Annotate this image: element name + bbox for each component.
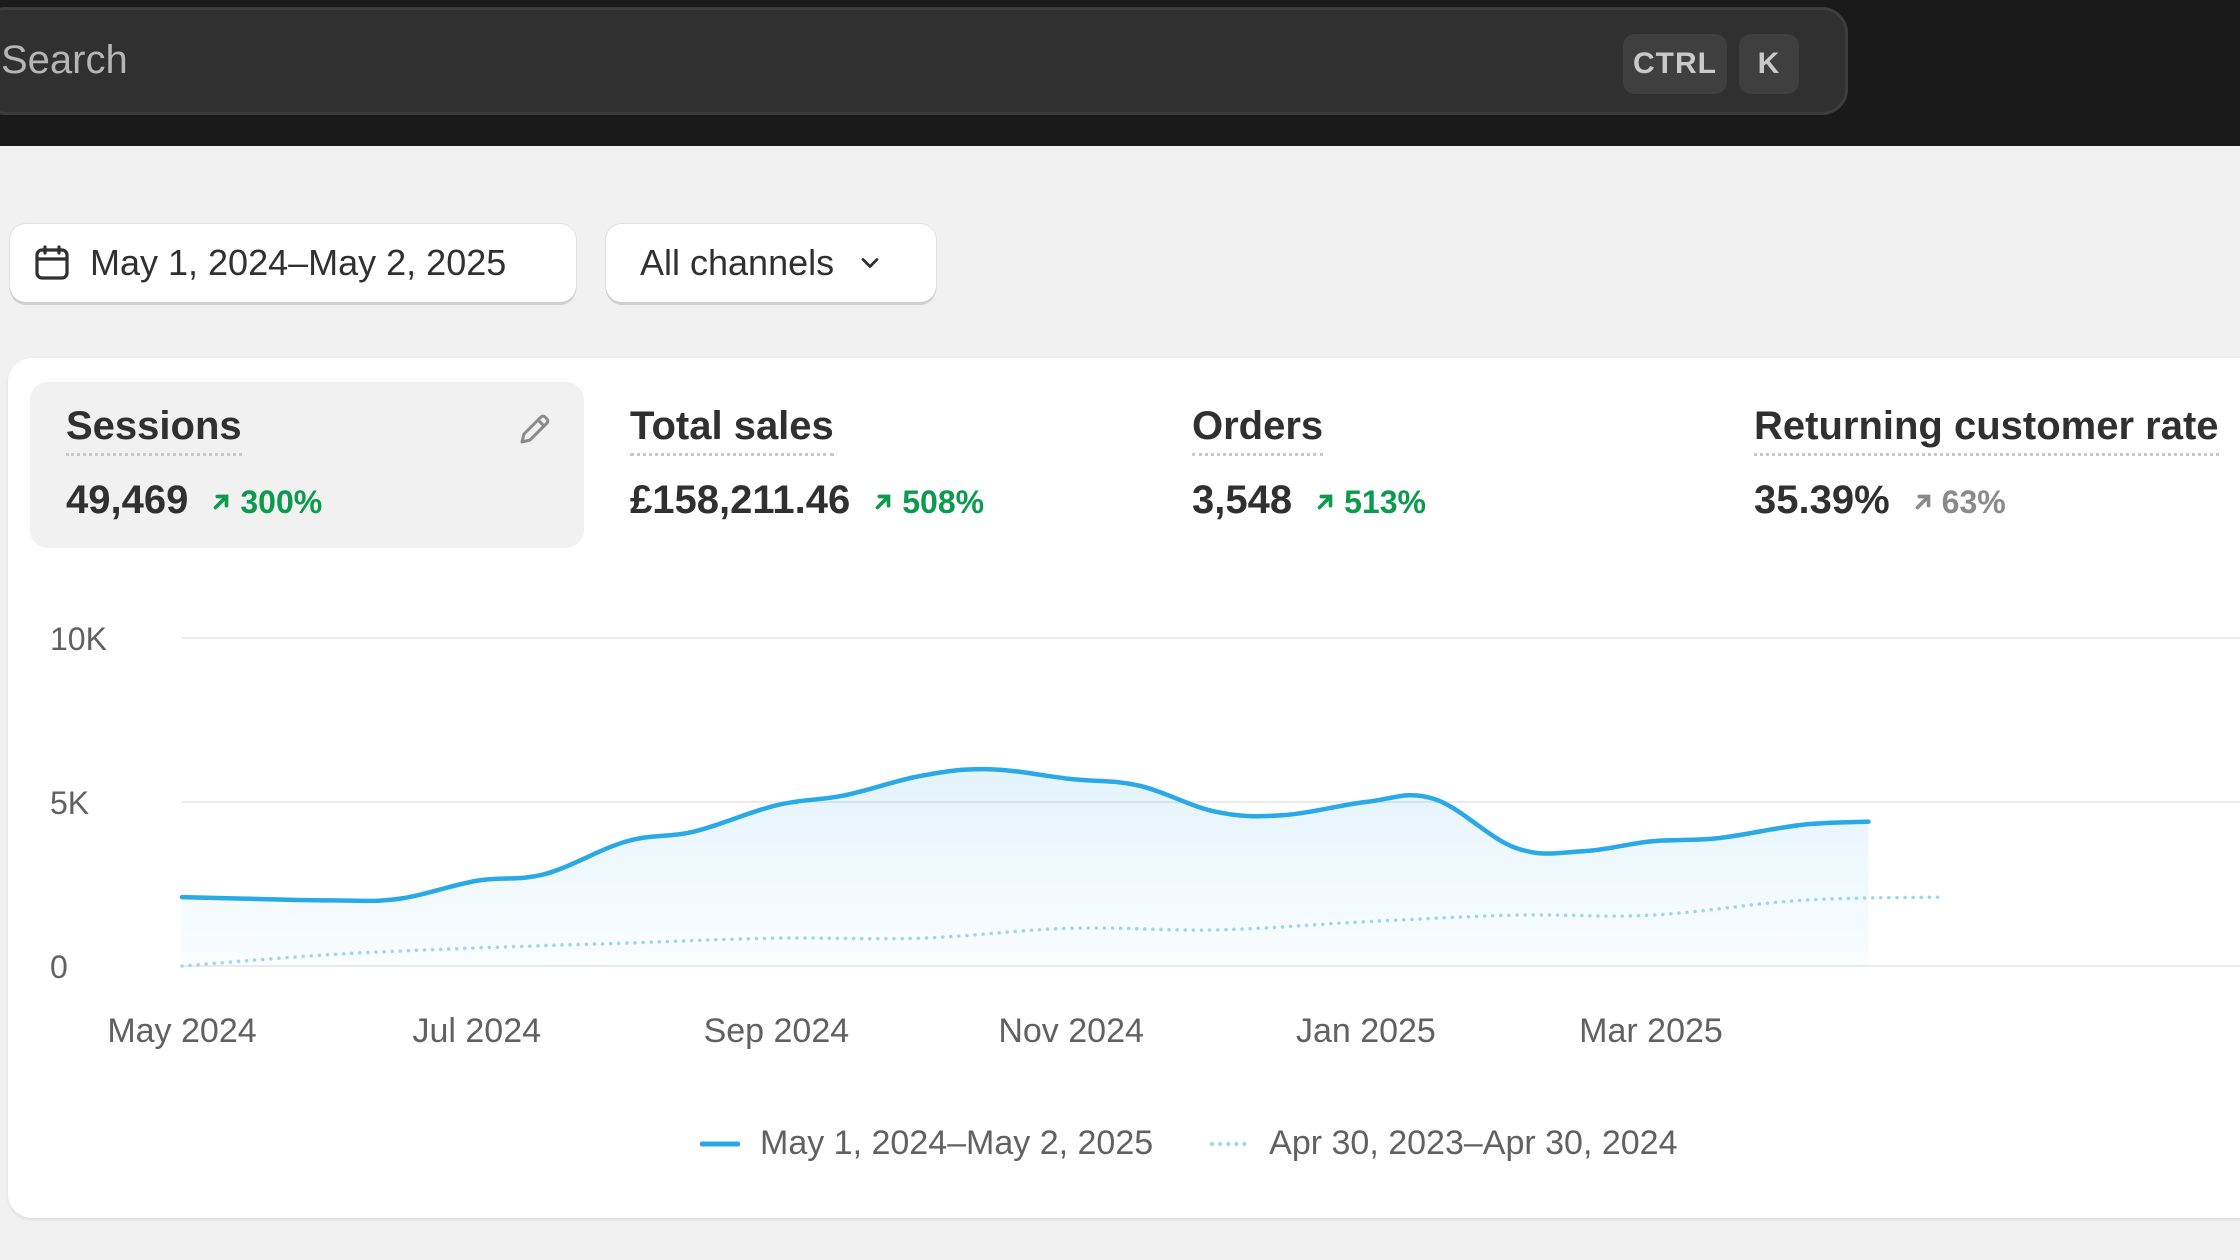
channel-select[interactable]: All channels xyxy=(606,224,936,302)
legend-label-comparison: Apr 30, 2023–Apr 30, 2024 xyxy=(1269,1124,1678,1162)
metric-value: 3,548 xyxy=(1192,478,1293,522)
metric-tab-returning-customer-rate[interactable]: Returning customer rate 35.39% 63% xyxy=(1718,382,2240,548)
x-tick-label: Nov 2024 xyxy=(998,1012,1144,1050)
y-tick-label: 10K xyxy=(50,621,107,657)
series-area-current xyxy=(182,769,1869,966)
arrow-up-right-icon xyxy=(214,494,229,510)
metric-value: £158,211.46 xyxy=(630,478,851,522)
arrow-up-right-icon xyxy=(1915,494,1931,510)
shortcut-k-key: K xyxy=(1739,34,1799,94)
x-tick-label: Jul 2024 xyxy=(412,1012,541,1050)
metric-tab-total-sales[interactable]: Total sales £158,211.46 508% xyxy=(594,382,1134,548)
metric-tab-sessions[interactable]: Sessions 49,469 300% xyxy=(30,382,584,548)
legend-item-comparison[interactable]: Apr 30, 2023–Apr 30, 2024 xyxy=(1209,1124,1677,1163)
metric-value: 35.39% xyxy=(1754,478,1890,522)
search-input[interactable]: Search CTRL K xyxy=(0,7,1848,115)
metric-title: Returning customer rate xyxy=(1754,404,2219,456)
metric-title: Sessions xyxy=(66,404,242,456)
sessions-line-chart: 10K 5K 0 May 2024 Jul 2024 Sep 2024 Nov 2024 J… xyxy=(50,621,2240,1050)
metric-change-value: 508% xyxy=(902,483,985,520)
arrow-up-right-icon xyxy=(1317,494,1333,510)
metric-change-value: 513% xyxy=(1344,483,1426,520)
pencil-icon[interactable] xyxy=(514,410,554,455)
metric-value: 49,469 xyxy=(66,478,189,522)
metric-change: 513% xyxy=(1314,484,1426,521)
metric-title: Total sales xyxy=(630,404,834,456)
metric-title: Orders xyxy=(1192,404,1324,456)
x-tick-label: Jan 2025 xyxy=(1296,1012,1436,1050)
chart-legend: May 1, 2024–May 2, 2025 Apr 30, 2023–Apr… xyxy=(700,1124,1677,1163)
arrow-up-right-icon xyxy=(875,494,891,510)
x-tick-label: May 2024 xyxy=(107,1012,256,1050)
x-tick-label: Mar 2025 xyxy=(1579,1012,1723,1050)
metric-change-value: 300% xyxy=(240,483,323,520)
metric-change-value: 63% xyxy=(1941,483,2006,520)
metric-tab-orders[interactable]: Orders 3,548 513% xyxy=(1156,382,1696,548)
date-range-label: May 1, 2024–May 2, 2025 xyxy=(90,242,507,283)
top-bar: Search CTRL K xyxy=(0,0,2240,146)
y-tick-label: 5K xyxy=(50,785,89,821)
legend-dotted-line xyxy=(1210,1141,1250,1146)
legend-item-current[interactable]: May 1, 2024–May 2, 2025 xyxy=(700,1124,1153,1163)
legend-label-current: May 1, 2024–May 2, 2025 xyxy=(760,1124,1154,1162)
legend-solid-line xyxy=(700,1141,740,1146)
calendar-icon xyxy=(32,243,72,283)
metric-change: 508% xyxy=(872,484,984,521)
shortcut-ctrl-key: CTRL xyxy=(1623,34,1727,94)
x-tick-label: Sep 2024 xyxy=(704,1012,850,1050)
date-range-button[interactable]: May 1, 2024–May 2, 2025 xyxy=(10,224,576,302)
channel-label: All channels xyxy=(640,242,835,283)
chevron-down-icon xyxy=(856,249,884,277)
metric-change: 63% xyxy=(1912,484,2006,521)
y-tick-label: 0 xyxy=(50,949,68,985)
metric-change: 300% xyxy=(210,484,322,521)
search-placeholder: Search xyxy=(1,38,128,82)
